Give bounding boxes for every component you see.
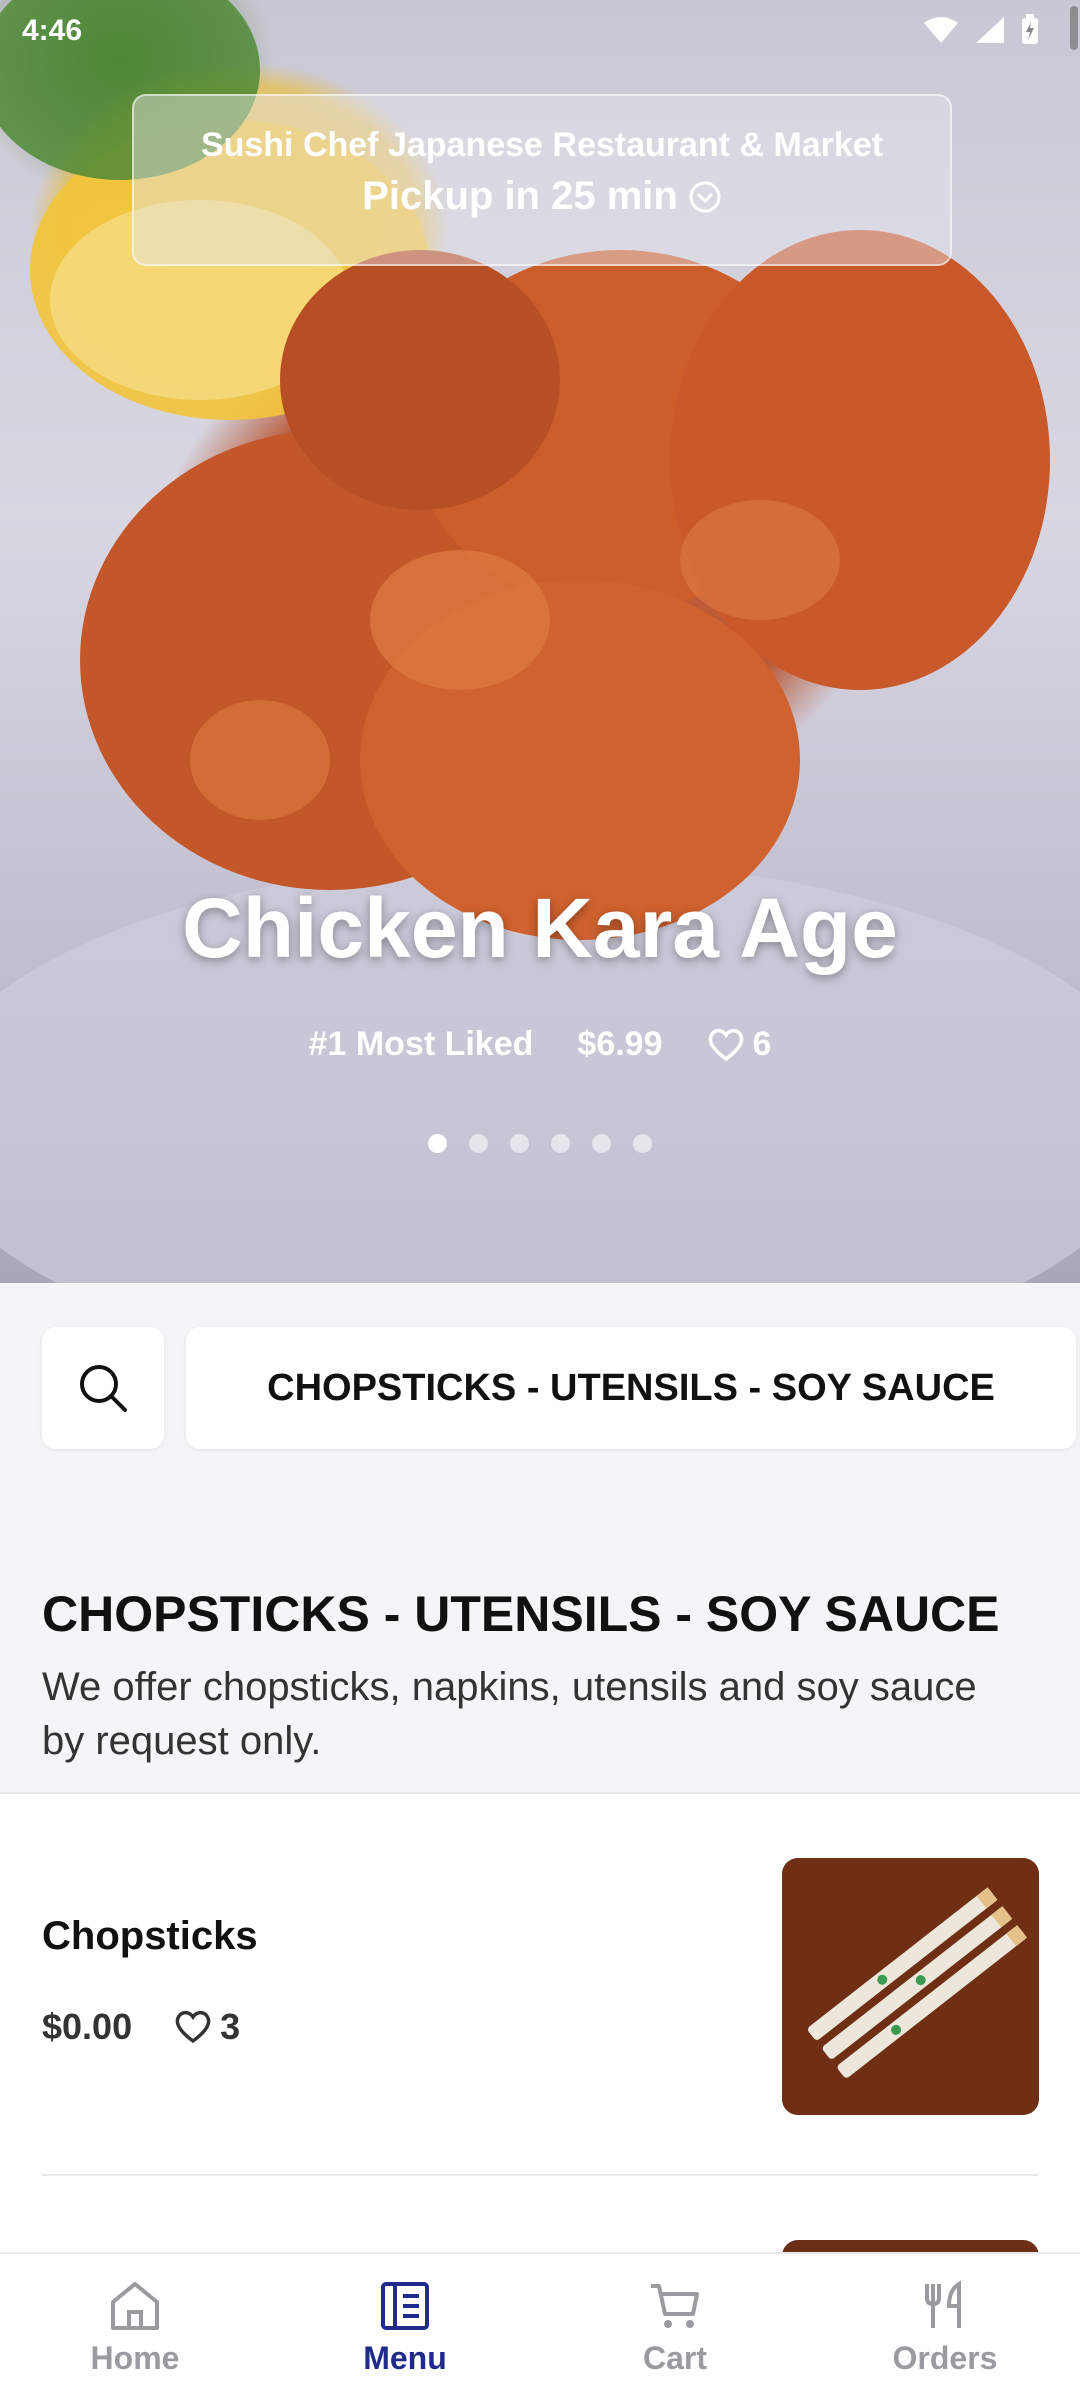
carousel-dots[interactable] <box>0 1134 1080 1153</box>
carousel-dot[interactable] <box>428 1134 447 1153</box>
featured-likes[interactable]: 6 <box>707 1025 772 1064</box>
chevron-down-circle-icon <box>689 181 721 212</box>
menu-item-likes[interactable]: 3 <box>174 2006 240 2048</box>
carousel-dot[interactable] <box>551 1134 570 1153</box>
nav-home-label: Home <box>90 2340 180 2376</box>
heart-icon <box>175 2010 211 2044</box>
nav-orders-label: Orders <box>892 2340 998 2376</box>
carousel-dot[interactable] <box>469 1134 488 1153</box>
menu-item-image <box>782 1858 1039 2115</box>
featured-item-meta: #1 Most Liked $6.99 6 <box>0 1025 1080 1064</box>
menu-item-likes-count: 3 <box>220 2006 241 2047</box>
home-icon <box>111 2282 159 2330</box>
store-info-card[interactable]: Sushi Chef Japanese Restaurant & Market … <box>132 94 952 266</box>
carousel-dot[interactable] <box>510 1134 529 1153</box>
pickup-label: Pickup in 25 min <box>362 174 678 218</box>
wifi-icon <box>924 17 958 43</box>
status-bar: 4:46 <box>0 0 1080 64</box>
menu-item-list: Chopsticks $0.00 3 <box>0 1792 1080 2280</box>
nav-orders[interactable]: Orders <box>810 2254 1080 2402</box>
featured-item-title: Chicken Kara Age <box>182 881 898 975</box>
search-button[interactable] <box>42 1327 164 1449</box>
featured-badge: #1 Most Liked <box>308 1025 534 1063</box>
nav-home[interactable]: Home <box>0 2254 270 2402</box>
scroll-indicator <box>1070 6 1078 50</box>
category-tab[interactable]: CHOPSTICKS - UTENSILS - SOY SAUCE <box>186 1327 1076 1449</box>
utensils-icon <box>925 2280 961 2328</box>
nav-menu[interactable]: Menu <box>270 2254 540 2402</box>
heart-icon <box>708 1028 743 1061</box>
bottom-nav: Home Menu Cart Orders <box>0 2252 1080 2402</box>
status-time: 4:46 <box>22 14 83 47</box>
hero-banner[interactable]: 4:46 Sushi Chef Japanese Restaurant & Ma… <box>0 0 1080 1283</box>
list-divider <box>42 2174 1038 2176</box>
signal-icon <box>976 17 1004 43</box>
status-icons <box>922 14 1040 46</box>
store-name: Sushi Chef Japanese Restaurant & Market <box>200 126 884 164</box>
menu-item-name: Chopsticks <box>42 1914 258 1958</box>
featured-price: $6.99 <box>577 1025 663 1063</box>
battery-icon <box>1022 14 1038 44</box>
carousel-dot[interactable] <box>633 1134 652 1153</box>
section-description: We offer chopsticks, napkins, utensils a… <box>42 1665 977 1763</box>
nav-cart-label: Cart <box>642 2340 707 2376</box>
nav-menu-label: Menu <box>363 2340 447 2376</box>
featured-likes-count: 6 <box>752 1025 772 1063</box>
menu-item[interactable]: Chopsticks $0.00 3 <box>0 1794 1080 2174</box>
section-title: CHOPSTICKS - UTENSILS - SOY SAUCE <box>42 1586 1000 1642</box>
pickup-time[interactable]: Pickup in 25 min <box>134 174 950 219</box>
carousel-dot[interactable] <box>592 1134 611 1153</box>
menu-icon <box>381 2282 429 2330</box>
cart-icon <box>651 2284 699 2328</box>
menu-item-meta: $0.00 3 <box>42 2006 240 2048</box>
search-icon <box>80 1365 127 1412</box>
nav-cart[interactable]: Cart <box>540 2254 810 2402</box>
menu-item-price: $0.00 <box>42 2006 133 2047</box>
